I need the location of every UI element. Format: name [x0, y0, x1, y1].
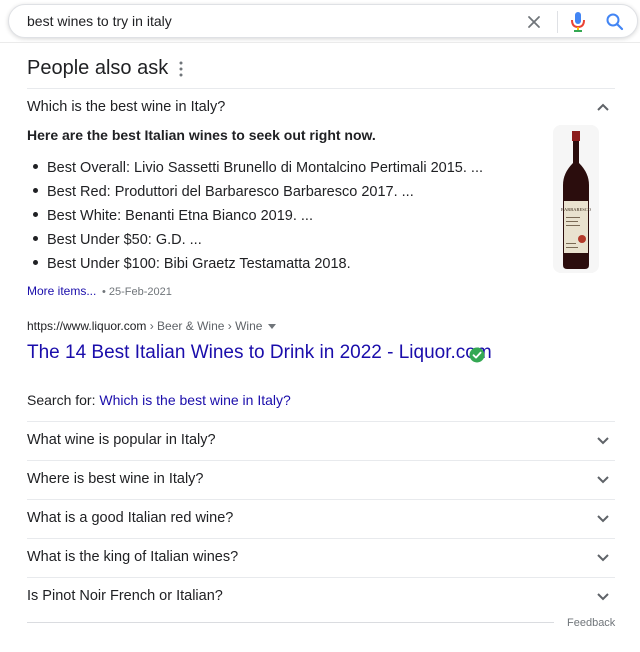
paa-question[interactable]: Is Pinot Noir French or Italian?	[27, 588, 223, 604]
answer-heading: Here are the best Italian wines to seek …	[27, 127, 376, 143]
paa-question[interactable]: What is the king of Italian wines?	[27, 549, 238, 565]
search-icon[interactable]	[605, 12, 625, 32]
divider	[27, 499, 615, 500]
search-for-link[interactable]: Which is the best wine in Italy?	[99, 392, 290, 408]
answer-list: Best Overall: Livio Sassetti Brunello di…	[27, 156, 483, 276]
wine-bottle-image[interactable]: BARBARESCO	[553, 125, 599, 273]
result-domain: https://www.liquor.com	[27, 319, 147, 333]
answer-date: • 25-Feb-2021	[102, 286, 172, 298]
more-items-link[interactable]: More items...	[27, 284, 96, 298]
chevron-down-icon[interactable]	[596, 514, 610, 524]
header-divider	[0, 42, 640, 43]
paa-question[interactable]: Where is best wine in Italy?	[27, 471, 204, 487]
list-item: Best White: Benanti Etna Bianco 2019. ..…	[27, 204, 483, 228]
chevron-down-icon[interactable]	[596, 553, 610, 563]
list-item: Best Red: Produttori del Barbaresco Barb…	[27, 180, 483, 204]
divider	[27, 88, 615, 89]
caret-down-icon[interactable]	[268, 324, 277, 330]
mic-icon[interactable]	[569, 11, 587, 33]
result-title-link[interactable]: The 14 Best Italian Wines to Drink in 20…	[27, 342, 492, 364]
divider	[27, 538, 615, 539]
search-input[interactable]	[27, 11, 497, 31]
search-for: Search for: Which is the best wine in It…	[27, 392, 291, 408]
divider	[27, 577, 615, 578]
paa-question-expanded[interactable]: Which is the best wine in Italy?	[27, 99, 225, 115]
more-vert-icon[interactable]	[176, 58, 186, 80]
divider	[557, 11, 558, 33]
paa-title: People also ask	[27, 57, 169, 79]
close-icon[interactable]	[525, 13, 543, 31]
divider	[27, 622, 554, 623]
bottle-label-text: BARBARESCO	[561, 207, 592, 212]
list-item: Best Under $100: Bibi Graetz Testamatta …	[27, 252, 483, 276]
verified-icon	[469, 347, 485, 363]
result-url[interactable]: https://www.liquor.com › Beer & Wine › W…	[27, 319, 277, 333]
search-bar	[8, 4, 638, 38]
chevron-down-icon[interactable]	[596, 592, 610, 602]
list-item: Best Overall: Livio Sassetti Brunello di…	[27, 156, 483, 180]
chevron-down-icon[interactable]	[596, 436, 610, 446]
breadcrumb: › Beer & Wine › Wine	[146, 319, 263, 333]
list-item: Best Under $50: G.D. ...	[27, 228, 483, 252]
divider	[27, 421, 615, 422]
paa-question[interactable]: What is a good Italian red wine?	[27, 510, 233, 526]
chevron-up-icon[interactable]	[596, 102, 610, 112]
search-for-label: Search for:	[27, 392, 100, 408]
chevron-down-icon[interactable]	[596, 475, 610, 485]
divider	[27, 460, 615, 461]
paa-question[interactable]: What wine is popular in Italy?	[27, 432, 216, 448]
feedback-link[interactable]: Feedback	[567, 617, 615, 629]
